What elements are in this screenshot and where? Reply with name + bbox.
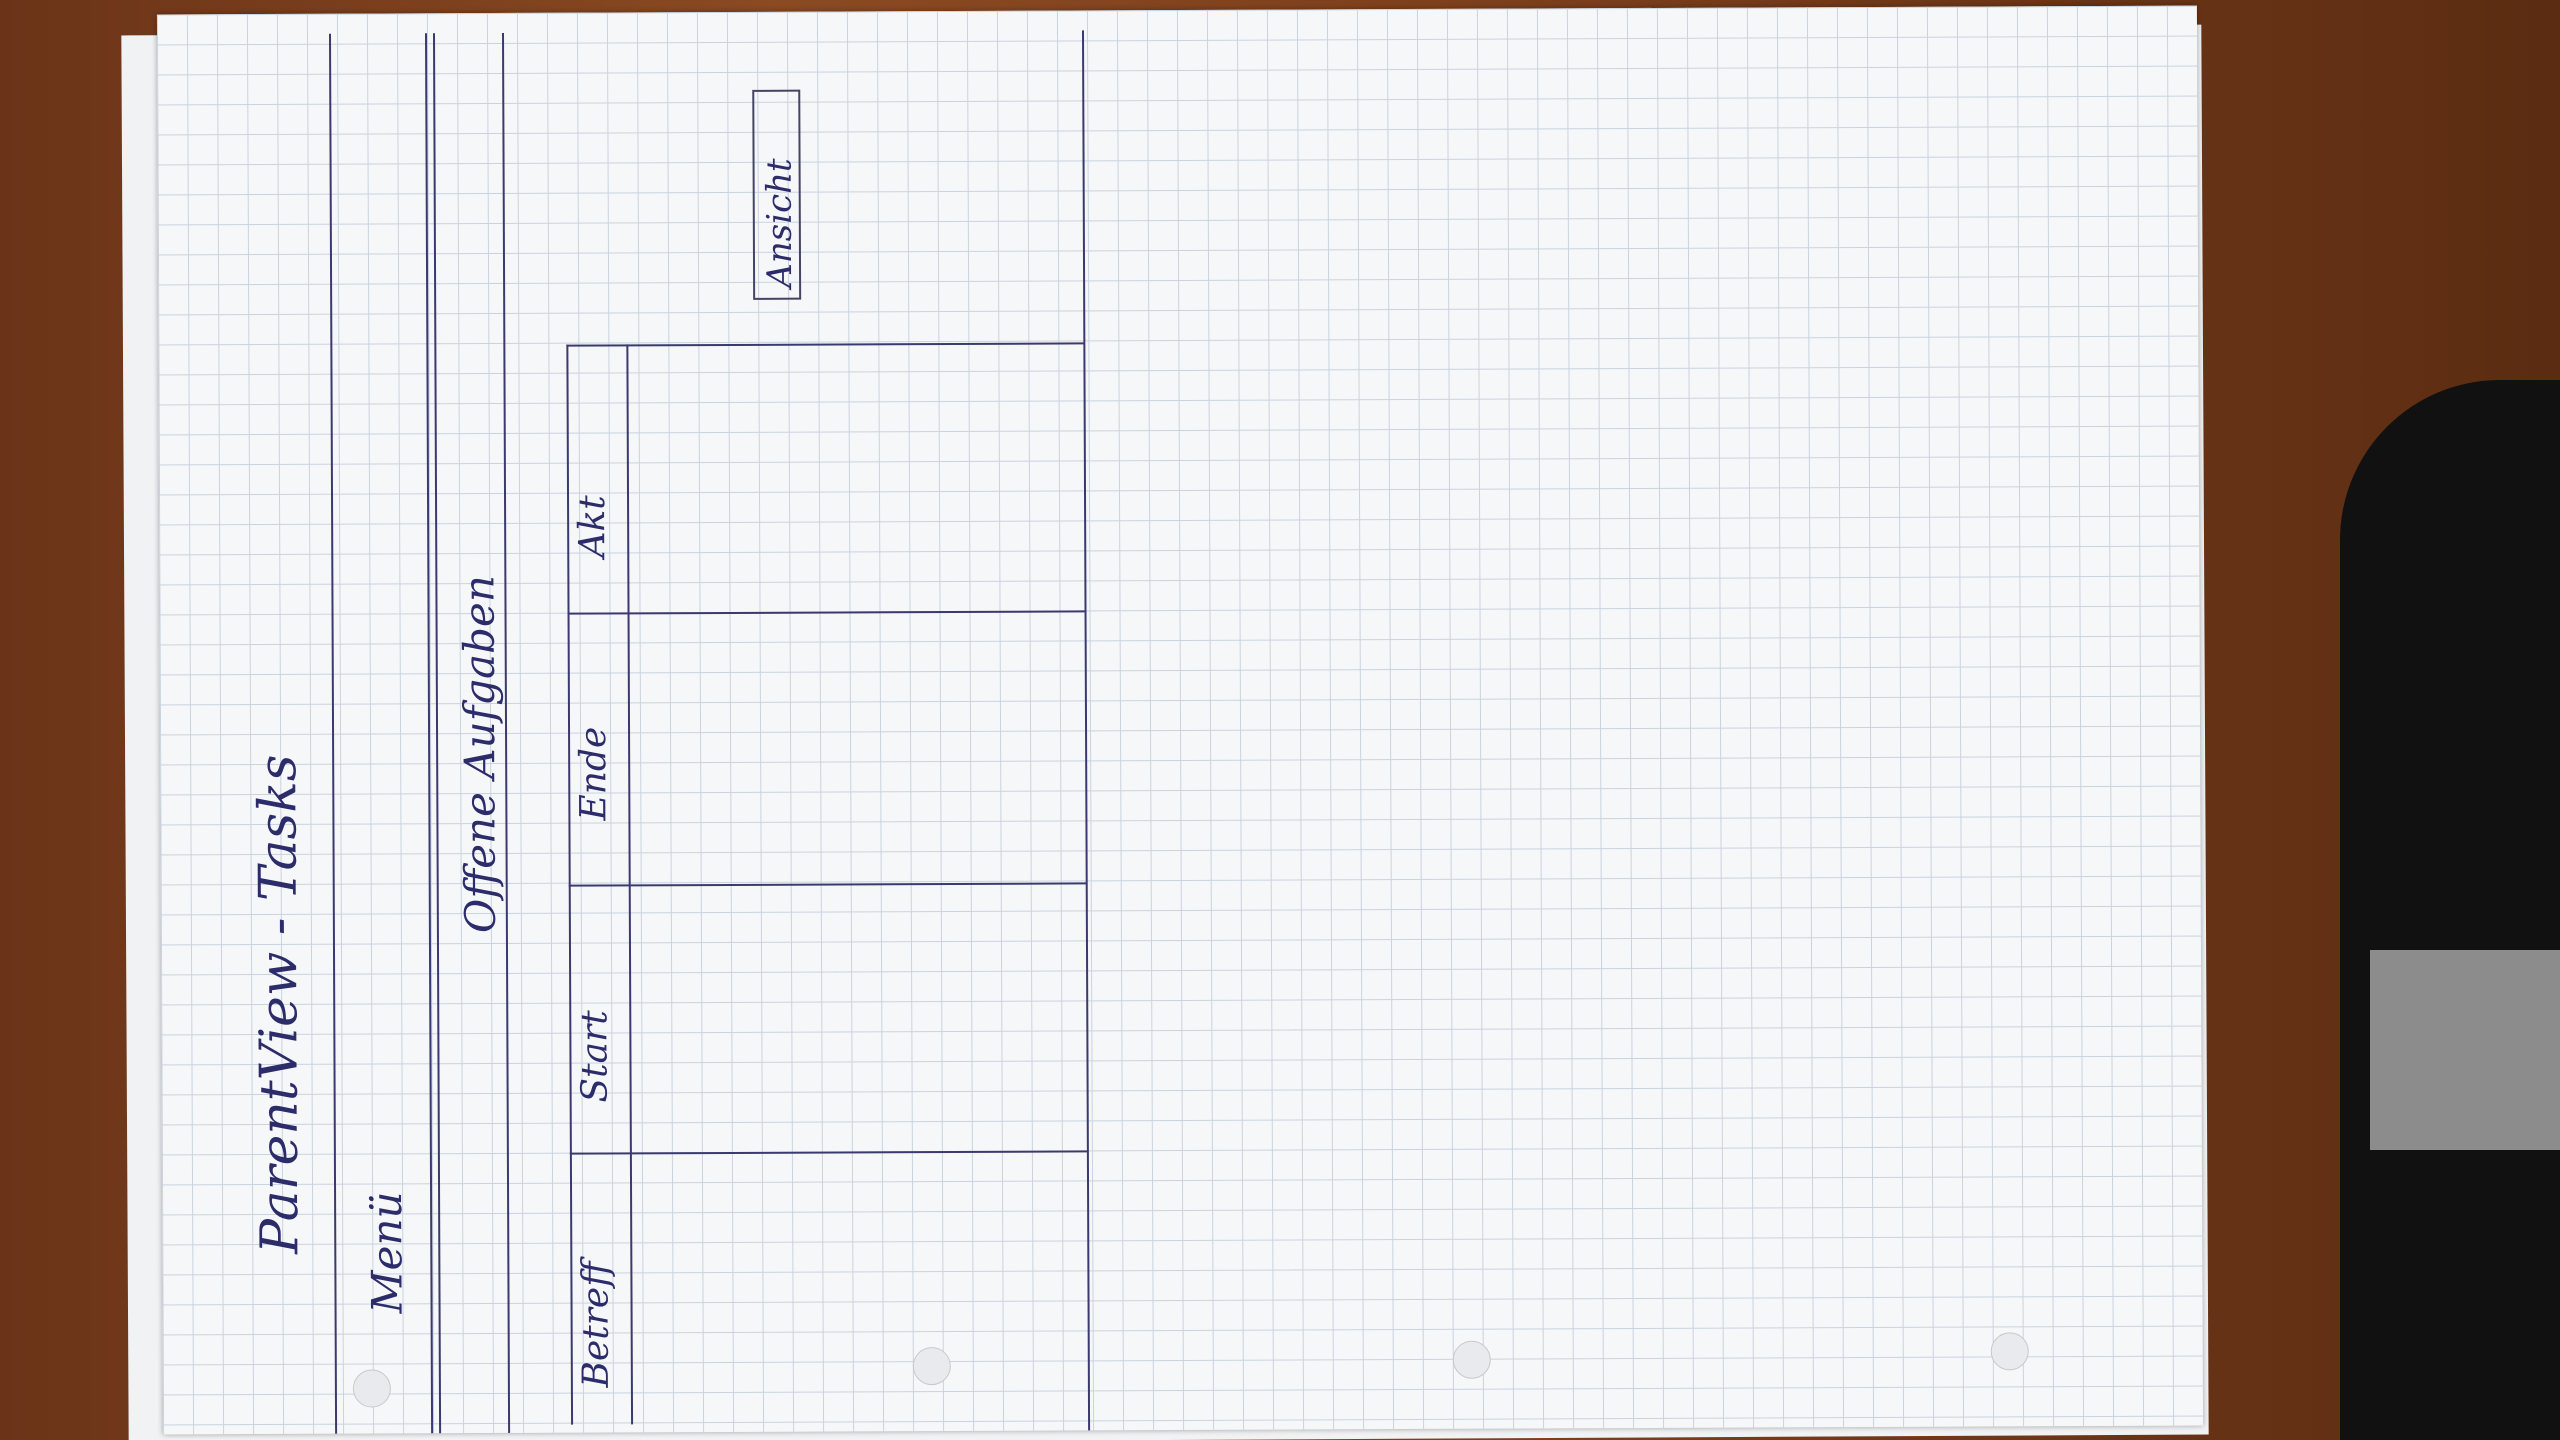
table-column-divider xyxy=(567,610,1086,615)
page-title: ParentView - Tasks xyxy=(248,754,311,1255)
column-header-action: Akt xyxy=(572,495,614,558)
punch-hole xyxy=(912,1347,951,1386)
punch-hole xyxy=(1452,1340,1491,1379)
view-button[interactable]: Ansicht xyxy=(752,89,802,300)
table-column-divider xyxy=(568,882,1087,887)
menu-bar-border xyxy=(424,33,434,1434)
content-border-right xyxy=(1081,30,1091,1431)
menu-button[interactable]: Menü xyxy=(362,1191,412,1313)
column-header-end: Ende xyxy=(573,726,615,821)
menu-bar-border-double xyxy=(432,33,442,1434)
column-header-subject: Betreff xyxy=(575,1261,617,1388)
punch-hole xyxy=(352,1369,391,1408)
wireframe-sheet: ParentView - Tasks Menü Offene Aufgaben … xyxy=(156,5,2204,1435)
title-bar-border xyxy=(328,33,338,1434)
table-column-divider xyxy=(569,1150,1088,1155)
view-button-label: Ansicht xyxy=(759,158,801,288)
section-heading: Offene Aufgaben xyxy=(454,574,505,934)
table-border-top xyxy=(566,342,1085,347)
dark-object xyxy=(2340,380,2560,1440)
punch-hole xyxy=(1990,1332,2029,1371)
grey-object xyxy=(2370,950,2560,1150)
column-header-start: Start xyxy=(574,1010,616,1103)
photo-scene: ParentView - Tasks Menü Offene Aufgaben … xyxy=(0,0,2560,1440)
